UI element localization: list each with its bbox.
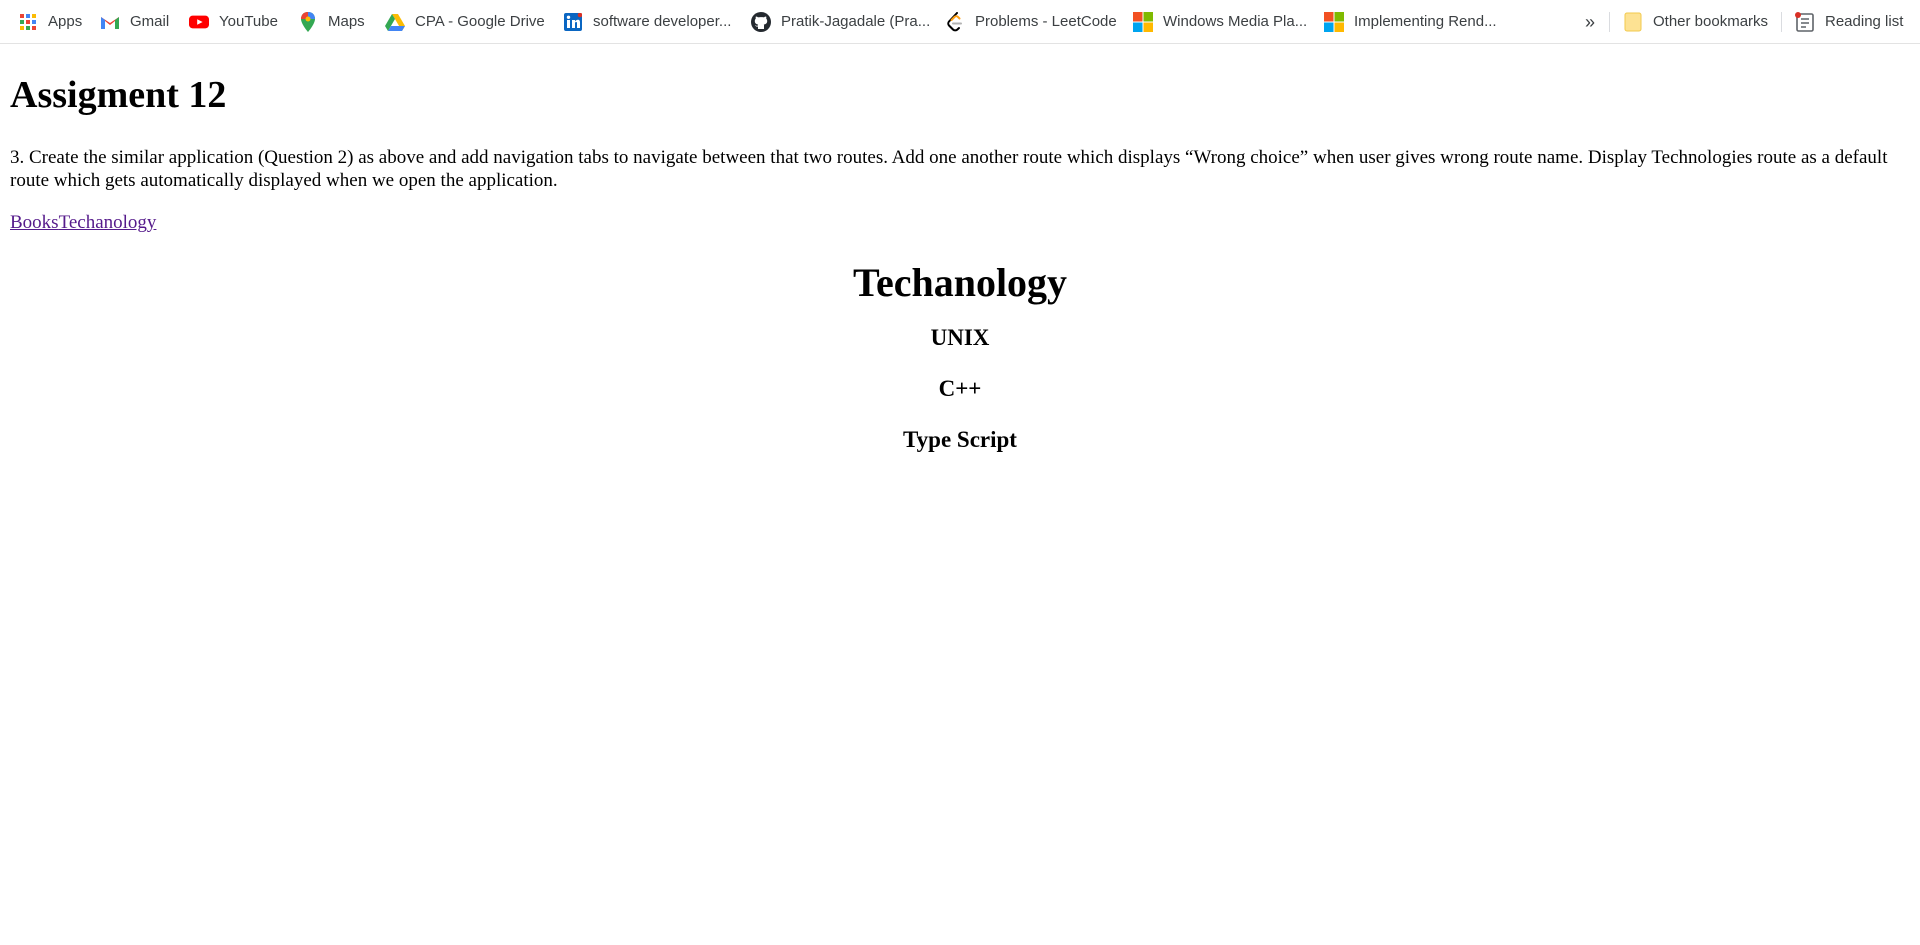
separator <box>1609 12 1610 32</box>
technology-item: UNIX <box>930 325 990 350</box>
bookmark-label: Gmail <box>130 13 170 30</box>
reading-list-icon <box>1795 12 1815 32</box>
bookmark-label: software developer... <box>593 13 732 30</box>
bookmark-label: Other bookmarks <box>1653 13 1769 30</box>
gmail-icon <box>100 12 120 32</box>
leetcode-icon <box>945 12 965 32</box>
technology-item: Type Script <box>903 427 1017 452</box>
bookmark-windows-media[interactable]: Windows Media Pla... <box>1133 9 1307 35</box>
bookmark-label: Reading list <box>1825 13 1904 30</box>
bookmark-drive[interactable]: CPA - Google Drive <box>385 9 545 35</box>
separator <box>1781 12 1782 32</box>
github-icon <box>751 12 771 32</box>
folder-icon <box>1623 12 1643 32</box>
assignment-description: 3. Create the similar application (Quest… <box>10 147 1888 191</box>
bookmarks-bar: Apps Gmail YouTube Maps CPA - Google Dri… <box>0 0 1920 44</box>
bookmark-label: Pratik-Jagadale (Pra... <box>781 13 931 30</box>
microsoft-icon <box>1324 12 1344 32</box>
technology-route: Techanology UNIX C++ Type Script <box>10 260 1910 453</box>
bookmark-maps[interactable]: Maps <box>298 9 365 35</box>
linkedin-icon <box>563 12 583 32</box>
bookmark-linkedin[interactable]: software developer... <box>563 9 731 35</box>
route-nav: BooksTechanology <box>10 211 156 234</box>
bookmark-label: Apps <box>48 13 83 30</box>
technology-item: C++ <box>938 376 982 401</box>
maps-pin-icon <box>298 12 318 32</box>
bookmark-implementing[interactable]: Implementing Rend... <box>1324 9 1497 35</box>
page-title: Assigment 12 <box>10 74 227 116</box>
nav-link-books[interactable]: Books <box>10 212 59 233</box>
bookmark-leetcode[interactable]: Problems - LeetCode <box>945 9 1117 35</box>
bookmark-youtube[interactable]: YouTube <box>189 9 278 35</box>
bookmark-github[interactable]: Pratik-Jagadale (Pra... <box>751 9 930 35</box>
bookmark-label: Implementing Rend... <box>1354 13 1497 30</box>
nav-link-technology[interactable]: Techanology <box>59 212 157 233</box>
bookmark-label: Windows Media Pla... <box>1163 13 1308 30</box>
bookmark-label: Problems - LeetCode <box>975 13 1117 30</box>
bookmark-gmail[interactable]: Gmail <box>100 9 169 35</box>
microsoft-icon <box>1133 12 1153 32</box>
bookmark-label: Maps <box>328 13 365 30</box>
apps-grid-icon <box>18 12 38 32</box>
bookmark-apps[interactable]: Apps <box>18 9 82 35</box>
route-title: Techanology <box>852 260 1068 305</box>
more-bookmarks-chevron-icon[interactable]: » <box>1585 9 1595 35</box>
bookmark-other[interactable]: Other bookmarks <box>1623 9 1768 35</box>
youtube-icon <box>189 12 209 32</box>
google-drive-icon <box>385 12 405 32</box>
bookmark-label: CPA - Google Drive <box>415 13 545 30</box>
reading-list[interactable]: Reading list <box>1795 9 1903 35</box>
bookmark-label: YouTube <box>219 13 278 30</box>
